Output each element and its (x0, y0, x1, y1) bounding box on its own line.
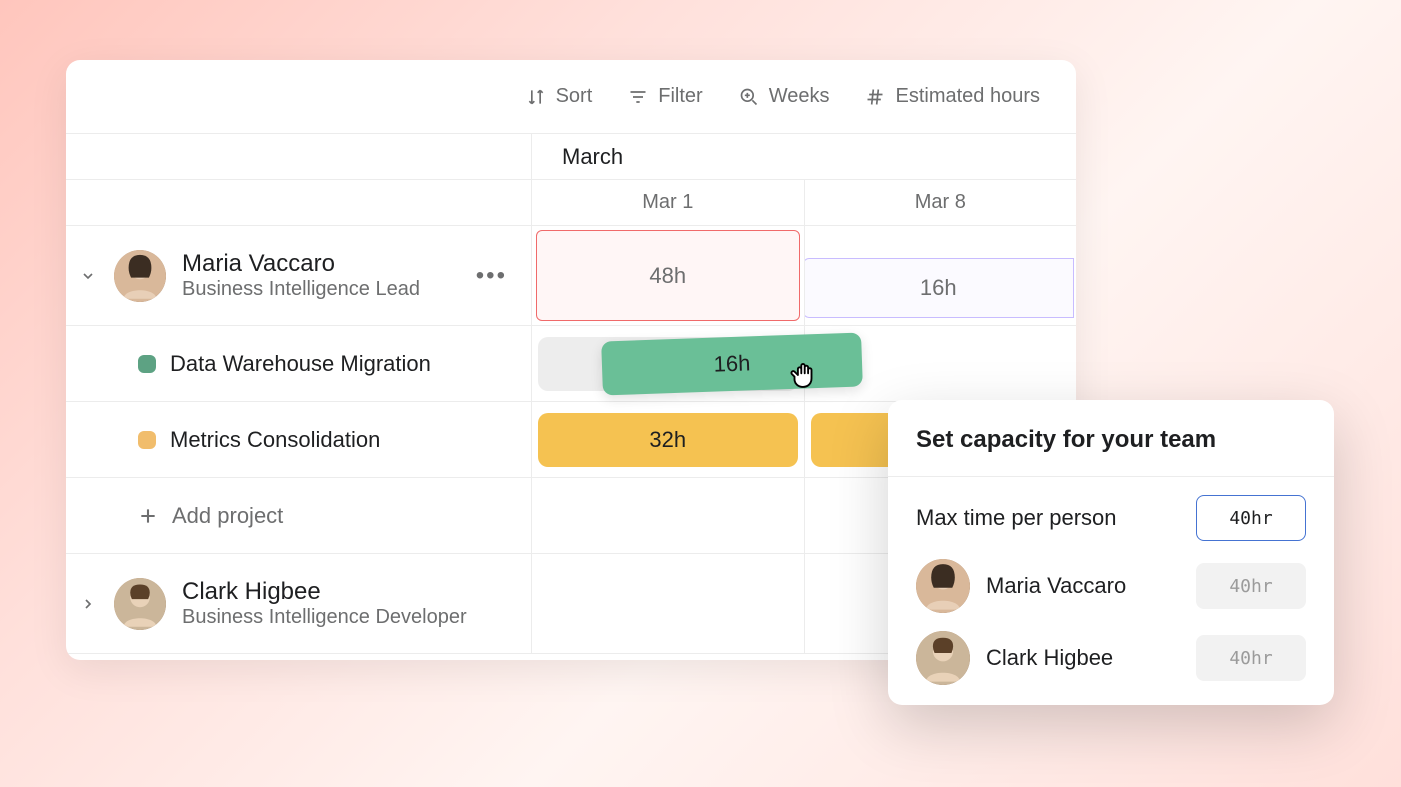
person-role: Business Intelligence Lead (182, 278, 420, 301)
person-role: Business Intelligence Developer (182, 606, 467, 629)
allocation-hours: 32h (649, 427, 686, 453)
chevron-down-icon (80, 268, 96, 284)
weeks-label: Weeks (769, 85, 830, 108)
avatar (916, 559, 970, 613)
allocation-bar-dragging[interactable]: 16h (601, 332, 863, 395)
person-name: Clark Higbee (182, 578, 467, 606)
capacity-cell[interactable]: 48h (536, 230, 800, 321)
member-capacity-input[interactable]: 40hr (1196, 635, 1306, 681)
add-project-label: Add project (172, 503, 283, 529)
member-capacity-input[interactable]: 40hr (1196, 563, 1306, 609)
month-row: March (66, 134, 1076, 180)
person-name: Maria Vaccaro (182, 250, 420, 278)
sort-icon (526, 87, 546, 107)
project-name[interactable]: Data Warehouse Migration (170, 351, 431, 377)
week-col-1: Mar 8 (804, 180, 1077, 225)
project-row: Data Warehouse Migration 16h (66, 326, 1076, 402)
allocation-bar[interactable] (811, 413, 889, 467)
toolbar: Sort Filter Weeks Estimated hours (66, 60, 1076, 134)
week-col-0: Mar 1 (531, 180, 804, 225)
project-color-swatch (138, 355, 156, 373)
expand-toggle[interactable] (78, 596, 98, 612)
zoom-weeks-button[interactable]: Weeks (739, 85, 830, 108)
estimated-hours-button[interactable]: Estimated hours (865, 85, 1040, 108)
grab-cursor-icon (786, 358, 820, 397)
sort-label: Sort (556, 85, 593, 108)
filter-button[interactable]: Filter (628, 85, 702, 108)
member-name: Maria Vaccaro (986, 573, 1180, 599)
capacity-cell[interactable]: 16h (804, 258, 1075, 318)
more-actions-button[interactable]: ••• (476, 262, 507, 290)
plus-icon (138, 506, 158, 526)
member-name: Clark Higbee (986, 645, 1180, 671)
person-row-maria[interactable]: Maria Vaccaro Business Intelligence Lead… (66, 226, 1076, 326)
estimated-label: Estimated hours (895, 85, 1040, 108)
add-project-button[interactable]: Add project (66, 503, 283, 529)
allocation-bar[interactable]: 32h (538, 413, 798, 467)
avatar (114, 250, 166, 302)
project-color-swatch (138, 431, 156, 449)
avatar (114, 578, 166, 630)
filter-icon (628, 87, 648, 107)
sort-button[interactable]: Sort (526, 85, 593, 108)
capacity-popover: Set capacity for your team Max time per … (888, 400, 1334, 705)
chevron-right-icon (80, 596, 96, 612)
popover-title: Set capacity for your team (888, 400, 1334, 477)
max-time-label: Max time per person (916, 505, 1180, 531)
max-time-input[interactable]: 40hr (1196, 495, 1306, 541)
allocation-hours: 16h (713, 350, 751, 377)
hash-icon (865, 87, 885, 107)
week-header-row: Mar 1 Mar 8 (66, 180, 1076, 226)
filter-label: Filter (658, 85, 702, 108)
project-name[interactable]: Metrics Consolidation (170, 427, 380, 453)
zoom-in-icon (739, 87, 759, 107)
month-label: March (531, 134, 1076, 179)
collapse-toggle[interactable] (78, 268, 98, 284)
avatar (916, 631, 970, 685)
